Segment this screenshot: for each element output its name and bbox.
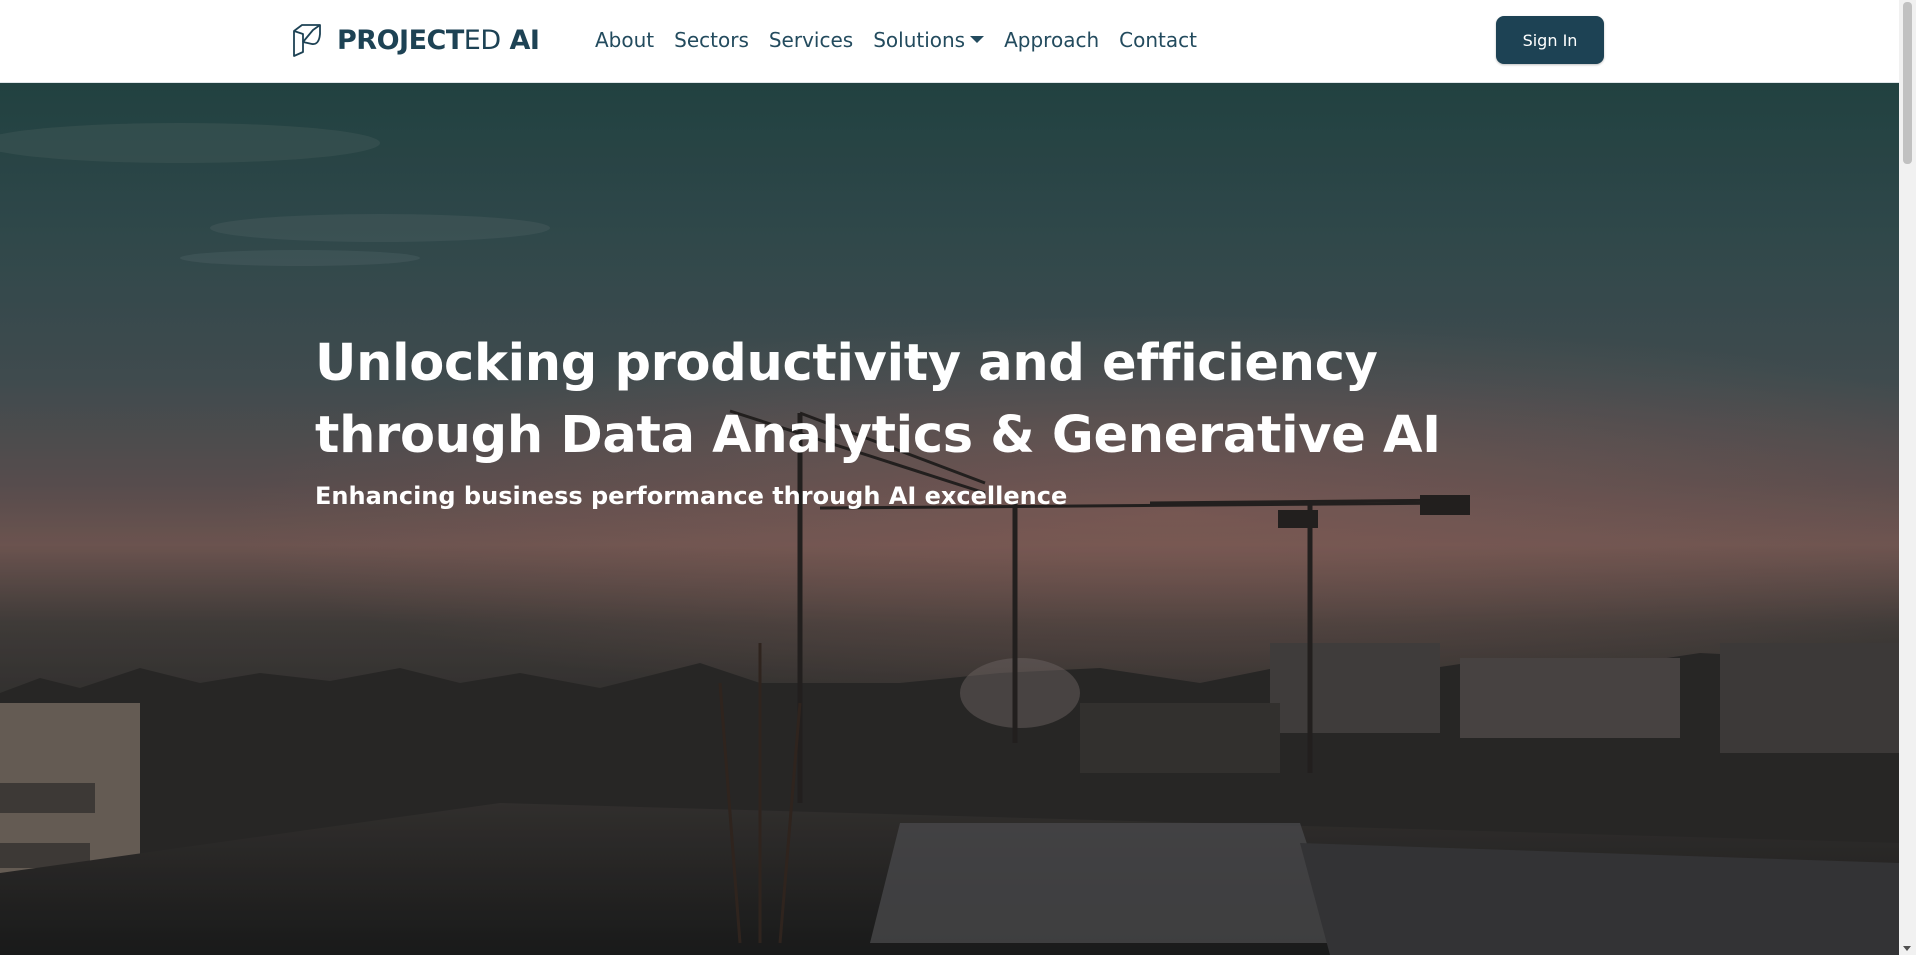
- nav-item-approach[interactable]: Approach: [1004, 24, 1099, 56]
- nav-item-contact[interactable]: Contact: [1119, 24, 1197, 56]
- top-navbar: PROJECTED AI About Sectors Services Solu…: [0, 0, 1899, 83]
- scrollbar-thumb[interactable]: [1903, 2, 1912, 164]
- hero-title: Unlocking productivity and efficiency th…: [315, 328, 1615, 472]
- hero-content: Unlocking productivity and efficiency th…: [315, 328, 1615, 510]
- logo-mark-icon: [293, 24, 321, 57]
- page-scrollbar[interactable]: [1899, 0, 1916, 955]
- brand-name: PROJECTED AI: [337, 24, 540, 56]
- nav-item-sectors[interactable]: Sectors: [674, 24, 749, 56]
- sign-in-button[interactable]: Sign In: [1496, 16, 1604, 64]
- scroll-down-arrow-icon[interactable]: [1903, 946, 1911, 951]
- brand-logo-link[interactable]: PROJECTED AI: [290, 22, 540, 58]
- hero-section: Unlocking productivity and efficiency th…: [0, 83, 1899, 955]
- caret-down-icon: [970, 36, 985, 43]
- nav-links: About Sectors Services Solutions Approac…: [595, 24, 1217, 56]
- nav-item-solutions-dropdown[interactable]: Solutions: [873, 24, 985, 56]
- nav-item-services[interactable]: Services: [769, 24, 853, 56]
- hero-title-line-1: Unlocking productivity and efficiency: [315, 334, 1378, 393]
- hero-title-line-2: through Data Analytics & Generative AI: [315, 406, 1441, 465]
- nav-item-solutions-label: Solutions: [873, 28, 966, 52]
- hero-overlay: [0, 83, 1899, 955]
- hero-subtitle: Enhancing business performance through A…: [315, 482, 1068, 510]
- nav-item-about[interactable]: About: [595, 24, 654, 56]
